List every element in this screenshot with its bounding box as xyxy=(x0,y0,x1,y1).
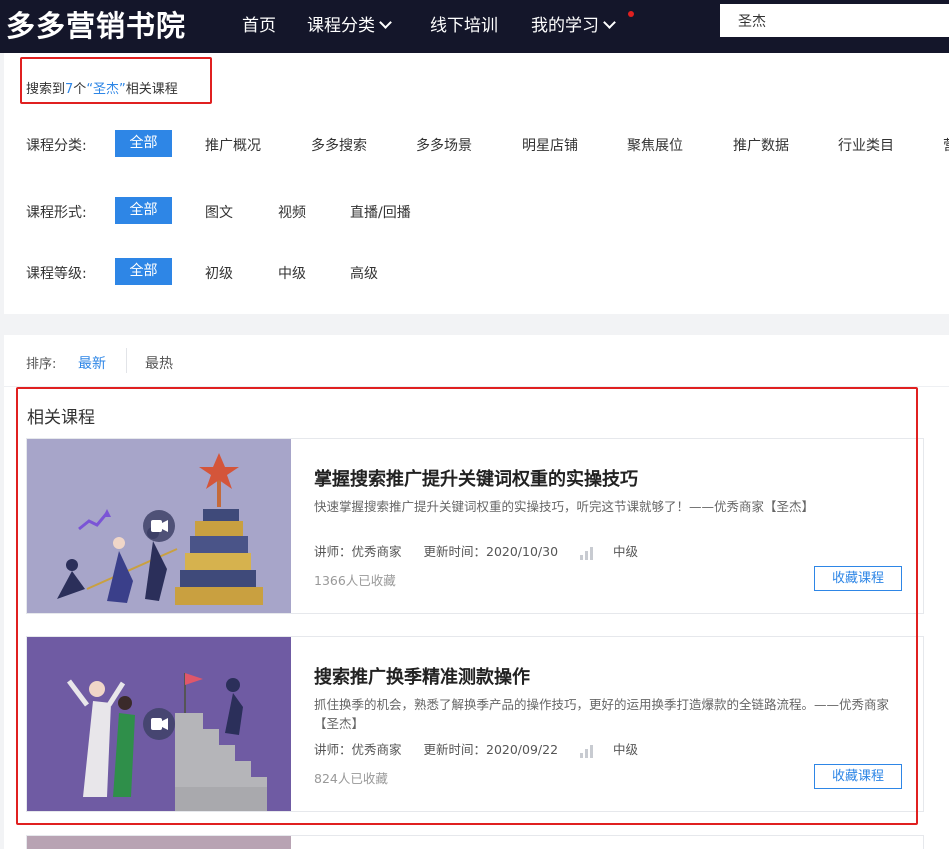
level-chip[interactable]: 初级 xyxy=(205,263,233,283)
course-collect-count: 824人已收藏 xyxy=(314,771,388,786)
format-chip-all[interactable]: 全部 xyxy=(115,197,172,224)
collect-course-button[interactable]: 收藏课程 xyxy=(814,764,902,789)
course-thumbnail[interactable] xyxy=(27,439,291,613)
sort-divider xyxy=(126,348,127,373)
nav-home[interactable]: 首页 xyxy=(242,11,276,36)
category-chip[interactable]: 聚焦展位 xyxy=(627,135,683,155)
category-chip[interactable]: 明星店铺 xyxy=(522,135,578,155)
level-chip[interactable]: 中级 xyxy=(278,263,306,283)
format-chip[interactable]: 直播/回播 xyxy=(350,202,411,222)
course-title[interactable]: 搜索推广换季精准测款操作 xyxy=(314,663,530,689)
course-description: 快速掌握搜索推广提升关键词权重的实操技巧，听完这节课就够了！——优秀商家【圣杰】 xyxy=(314,499,815,514)
result-prefix: 搜索到 xyxy=(26,82,66,97)
chevron-down-icon xyxy=(379,16,392,29)
course-description: 抓住换季的机会，熟悉了解换季产品的操作技巧，更好的运用换季打造爆款的全链路流程。… xyxy=(314,697,890,731)
course-card[interactable] xyxy=(26,835,924,849)
category-chip-all[interactable]: 全部 xyxy=(115,130,172,157)
nav-my-learning[interactable]: 我的学习 xyxy=(531,11,616,36)
course-level: 中级 xyxy=(613,544,639,559)
top-nav-bar: 多多营销书院 首页 课程分类 线下培训 我的学习 xyxy=(0,0,949,53)
format-filter-label: 课程形式: xyxy=(26,205,87,221)
category-chip[interactable]: 推广概况 xyxy=(205,135,261,155)
category-chip[interactable]: 行业类目 xyxy=(838,135,894,155)
search-input[interactable] xyxy=(720,4,949,37)
course-updated: 更新时间：2020/09/22 xyxy=(423,742,559,757)
format-chip[interactable]: 图文 xyxy=(205,202,233,222)
course-thumbnail[interactable] xyxy=(27,836,291,849)
level-chip-all[interactable]: 全部 xyxy=(115,258,172,285)
course-thumbnail[interactable] xyxy=(27,637,291,811)
course-level: 中级 xyxy=(613,742,639,757)
search-result-summary: 搜索到7个“圣杰”相关课程 xyxy=(26,78,178,97)
sort-hottest[interactable]: 最热 xyxy=(145,353,173,373)
notification-dot xyxy=(628,11,634,17)
level-chip[interactable]: 高级 xyxy=(350,263,378,283)
category-chip[interactable]: 营 xyxy=(943,135,949,155)
course-meta: 讲师：优秀商家 更新时间：2020/09/22 中级 xyxy=(314,739,656,758)
category-filter-label: 课程分类: xyxy=(26,138,87,154)
result-suffix: 相关课程 xyxy=(125,82,178,97)
nav-offline-training[interactable]: 线下培训 xyxy=(430,11,498,36)
course-collect-count: 1366人已收藏 xyxy=(314,573,396,588)
course-meta: 讲师：优秀商家 更新时间：2020/10/30 中级 xyxy=(314,541,656,560)
nav-course-category[interactable]: 课程分类 xyxy=(307,11,392,36)
level-bars-icon xyxy=(580,545,595,560)
course-card[interactable]: 掌握搜索推广提升关键词权重的实操技巧 快速掌握搜索推广提升关键词权重的实操技巧，… xyxy=(26,438,924,614)
level-bars-icon xyxy=(580,743,595,758)
nav-offline-training-label: 线下培训 xyxy=(430,16,498,36)
sort-newest[interactable]: 最新 xyxy=(78,353,106,373)
category-chip[interactable]: 多多场景 xyxy=(416,135,472,155)
course-teacher: 讲师：优秀商家 xyxy=(314,742,402,757)
result-middle: 个 xyxy=(73,82,87,97)
course-updated: 更新时间：2020/10/30 xyxy=(423,544,559,559)
nav-my-learning-label: 我的学习 xyxy=(531,16,599,36)
nav-home-label: 首页 xyxy=(242,16,276,36)
format-chip[interactable]: 视频 xyxy=(278,202,306,222)
section-title: 相关课程 xyxy=(27,408,95,428)
collect-course-button[interactable]: 收藏课程 xyxy=(814,566,902,591)
course-title[interactable]: 掌握搜索推广提升关键词权重的实操技巧 xyxy=(314,465,638,491)
site-logo[interactable]: 多多营销书院 xyxy=(6,3,186,45)
course-teacher: 讲师：优秀商家 xyxy=(314,544,402,559)
chevron-down-icon xyxy=(603,16,616,29)
nav-course-category-label: 课程分类 xyxy=(307,16,375,36)
divider xyxy=(4,386,949,387)
level-filter-label: 课程等级: xyxy=(26,266,87,282)
sort-label: 排序: xyxy=(26,357,57,372)
result-keyword: “圣杰” xyxy=(86,82,126,97)
category-chip[interactable]: 多多搜索 xyxy=(311,135,367,155)
category-chip[interactable]: 推广数据 xyxy=(733,135,789,155)
course-card[interactable]: 搜索推广换季精准测款操作 抓住换季的机会，熟悉了解换季产品的操作技巧，更好的运用… xyxy=(26,636,924,812)
